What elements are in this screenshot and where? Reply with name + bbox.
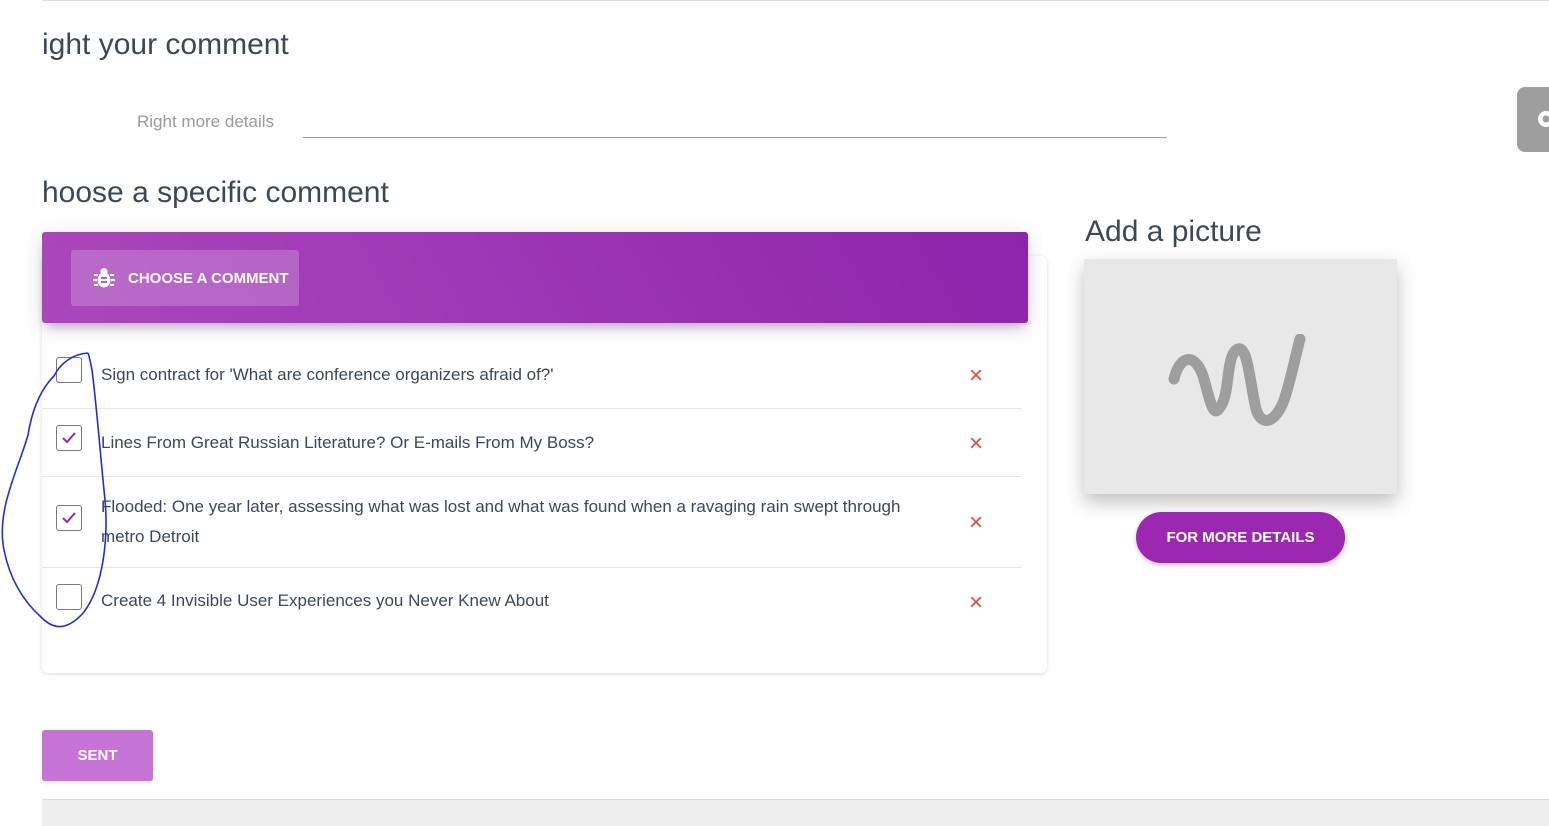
sent-button[interactable]: SENT (42, 730, 153, 781)
comment-text: Sign contract for 'What are conference o… (101, 365, 554, 384)
choose-comment-tab-label: CHOOSE A COMMENT (128, 269, 289, 287)
bug-icon (93, 268, 115, 288)
comment-section-title: ight your comment (42, 28, 289, 61)
comment-row: Flooded: One year later, assessing what … (42, 477, 1022, 568)
gear-icon (1538, 111, 1549, 127)
footer-band (42, 799, 1549, 826)
settings-side-tab[interactable] (1517, 87, 1549, 152)
comment-row: Lines From Great Russian Literature? Or … (42, 409, 1022, 477)
delete-icon[interactable]: × (966, 432, 986, 456)
comment-text: Lines From Great Russian Literature? Or … (101, 433, 595, 452)
top-divider (42, 0, 1549, 1)
delete-icon[interactable]: × (966, 364, 986, 388)
comment-checkbox[interactable] (56, 505, 82, 531)
comment-checkbox[interactable] (56, 357, 82, 383)
choose-comment-tab[interactable]: CHOOSE A COMMENT (71, 250, 299, 306)
page-left-margin (0, 0, 42, 826)
details-label: Right more details (137, 112, 275, 131)
comment-checkbox[interactable] (56, 584, 82, 610)
comment-text: Flooded: One year later, assessing what … (101, 497, 901, 546)
comment-checkbox[interactable] (56, 425, 82, 451)
details-input[interactable] (303, 108, 1167, 138)
image-placeholder-icon (1168, 334, 1306, 426)
more-details-button[interactable]: FOR MORE DETAILS (1136, 512, 1345, 563)
delete-icon[interactable]: × (966, 591, 986, 615)
comment-row: Create 4 Invisible User Experiences you … (42, 568, 1022, 635)
specific-comment-title: hoose a specific comment (42, 176, 389, 209)
comment-row: Sign contract for 'What are conference o… (42, 342, 1022, 409)
checkmark-icon (62, 512, 76, 524)
picture-section-title: Add a picture (1085, 215, 1262, 248)
delete-icon[interactable]: × (966, 511, 986, 535)
checkmark-icon (62, 432, 76, 444)
comment-text: Create 4 Invisible User Experiences you … (101, 591, 549, 610)
card-header: CHOOSE A COMMENT (42, 232, 1028, 323)
picture-preview[interactable] (1084, 259, 1397, 494)
